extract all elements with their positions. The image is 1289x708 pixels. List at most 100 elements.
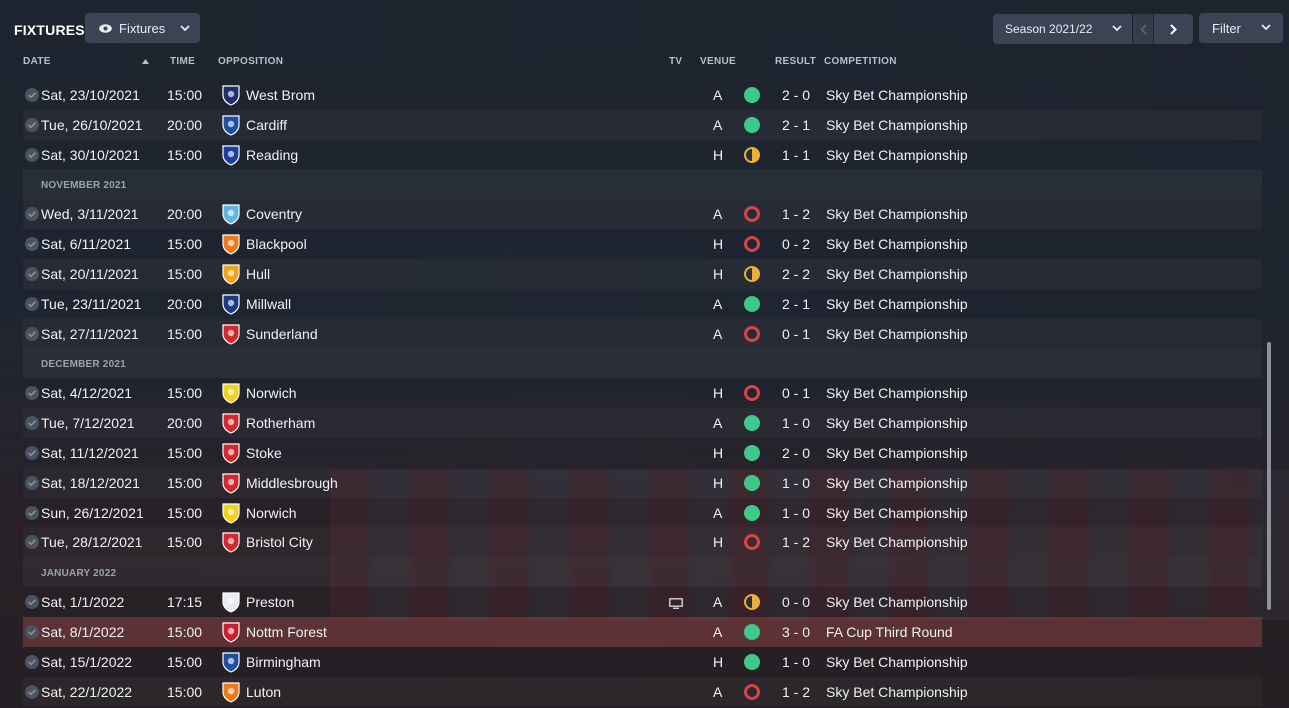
- fixture-row[interactable]: Sat, 30/10/2021 15:00 Reading H 1 - 1 Sky Bet…: [23, 140, 1262, 170]
- column-opposition[interactable]: OPPOSITION: [218, 56, 283, 67]
- result-score-link[interactable]: 3 - 0: [782, 624, 810, 640]
- venue-indicator: A: [713, 87, 723, 103]
- competition-link[interactable]: Sky Bet Championship: [826, 445, 968, 461]
- opposition-link[interactable]: Blackpool: [246, 236, 307, 252]
- result-score-link[interactable]: 2 - 0: [782, 445, 810, 461]
- opposition-link[interactable]: Coventry: [246, 206, 302, 222]
- competition-link[interactable]: Sky Bet Championship: [826, 296, 968, 312]
- fixture-row[interactable]: Sat, 4/12/2021 15:00 Norwich H 0 - 1 Sky Bet …: [23, 378, 1262, 408]
- result-score-link[interactable]: 1 - 2: [782, 206, 810, 222]
- competition-link[interactable]: Sky Bet Championship: [826, 206, 968, 222]
- result-score-link[interactable]: 1 - 0: [782, 654, 810, 670]
- opposition-link[interactable]: Middlesbrough: [246, 475, 338, 491]
- competition-link[interactable]: Sky Bet Championship: [826, 147, 968, 163]
- column-tv[interactable]: TV: [669, 56, 682, 67]
- fixture-row[interactable]: Tue, 26/10/2021 20:00 Cardiff A 2 - 1 Sky Bet…: [23, 110, 1262, 140]
- competition-link[interactable]: Sky Bet Championship: [826, 534, 968, 550]
- filter-button[interactable]: Filter: [1199, 13, 1283, 43]
- opposition-link[interactable]: Bristol City: [246, 534, 313, 550]
- opposition-link[interactable]: Preston: [246, 594, 294, 610]
- check-icon: [25, 416, 39, 431]
- fixture-row[interactable]: Sat, 8/1/2022 15:00 Nottm Forest A 3 - 0 FA C…: [23, 616, 1262, 647]
- result-score-link[interactable]: 1 - 1: [782, 147, 810, 163]
- result-score-link[interactable]: 0 - 2: [782, 236, 810, 252]
- column-time[interactable]: TIME: [170, 56, 195, 67]
- venue-indicator: A: [713, 594, 723, 611]
- opposition-link[interactable]: Millwall: [246, 296, 291, 312]
- column-venue[interactable]: VENUE: [700, 56, 736, 67]
- result-score-link[interactable]: 0 - 1: [782, 326, 810, 342]
- result-score-link[interactable]: 0 - 1: [782, 385, 810, 401]
- column-result[interactable]: RESULT: [775, 56, 816, 67]
- opposition-link[interactable]: Norwich: [246, 505, 297, 521]
- opposition-link[interactable]: Hull: [246, 266, 270, 282]
- competition-link[interactable]: Sky Bet Championship: [826, 117, 968, 133]
- opposition-link[interactable]: Cardiff: [246, 117, 287, 133]
- month-divider: NOVEMBER 2021: [23, 169, 1262, 200]
- fixture-row[interactable]: Sun, 26/12/2021 15:00 Norwich A 1 - 0 Sky Bet…: [23, 498, 1262, 528]
- competition-link[interactable]: Sky Bet Championship: [826, 475, 968, 491]
- opposition-link[interactable]: Sunderland: [246, 326, 318, 342]
- competition-link[interactable]: Sky Bet Championship: [826, 236, 968, 252]
- win-result-icon: [744, 623, 760, 640]
- season-label: Season 2021/22: [1005, 22, 1093, 36]
- loss-result-icon: [744, 534, 760, 551]
- fixture-row[interactable]: Tue, 28/12/2021 15:00 Bristol City H 1 - 2 Sk…: [23, 527, 1262, 557]
- competition-link[interactable]: Sky Bet Championship: [826, 654, 968, 670]
- page-title: FIXTURES: [14, 22, 85, 38]
- competition-link[interactable]: Sky Bet Championship: [826, 505, 968, 521]
- venue-indicator: A: [713, 325, 723, 342]
- season-selector-button[interactable]: Season 2021/22: [993, 14, 1132, 44]
- competition-link[interactable]: Sky Bet Championship: [826, 87, 968, 103]
- opposition-link[interactable]: Rotherham: [246, 415, 315, 431]
- fixture-row[interactable]: Sat, 20/11/2021 15:00 Hull H 2 - 2 Sky Bet Ch…: [23, 259, 1262, 289]
- draw-result-icon: [744, 594, 760, 611]
- competition-link[interactable]: Sky Bet Championship: [826, 326, 968, 342]
- competition-link[interactable]: Sky Bet Championship: [826, 385, 968, 401]
- opposition-link[interactable]: Birmingham: [246, 654, 321, 670]
- view-selector-button[interactable]: Fixtures: [85, 13, 200, 43]
- fixture-row[interactable]: Sat, 18/12/2021 15:00 Middlesbrough H 1 - 0 S…: [23, 468, 1262, 498]
- fixture-row[interactable]: Sat, 27/11/2021 15:00 Sunderland A 0 - 1 Sky …: [23, 319, 1262, 349]
- opposition-link[interactable]: Luton: [246, 684, 281, 700]
- fixture-row[interactable]: Sat, 23/10/2021 15:00 West Brom A 2 - 0 Sky B…: [23, 80, 1262, 110]
- fixture-row[interactable]: Sat, 22/1/2022 15:00 Luton A 1 - 2 Sky Bet Ch…: [23, 677, 1262, 707]
- opposition-link[interactable]: West Brom: [246, 87, 315, 103]
- opposition-link[interactable]: Stoke: [246, 445, 282, 461]
- fixture-time: 15:00: [167, 474, 203, 491]
- competition-link[interactable]: Sky Bet Championship: [826, 415, 968, 431]
- result-score-link[interactable]: 0 - 0: [782, 594, 810, 610]
- result-score-link[interactable]: 2 - 0: [782, 87, 810, 103]
- opposition-link[interactable]: Norwich: [246, 385, 297, 401]
- previous-season-button[interactable]: [1133, 14, 1153, 44]
- fixture-row[interactable]: Sat, 6/11/2021 15:00 Blackpool H 0 - 2 Sky Be…: [23, 229, 1262, 259]
- result-score-link[interactable]: 1 - 2: [782, 684, 810, 700]
- competition-link[interactable]: Sky Bet Championship: [826, 594, 968, 610]
- result-score-link[interactable]: 1 - 2: [782, 534, 810, 550]
- fixture-row[interactable]: Sat, 11/12/2021 15:00 Stoke H 2 - 0 Sky Bet C…: [23, 438, 1262, 468]
- fixture-date: Tue, 7/12/2021: [41, 415, 135, 432]
- club-crest-icon: [220, 323, 242, 345]
- competition-link[interactable]: FA Cup Third Round: [826, 624, 953, 640]
- opposition-link[interactable]: Reading: [246, 147, 298, 163]
- column-competition[interactable]: COMPETITION: [824, 56, 897, 67]
- result-score-link[interactable]: 2 - 1: [782, 296, 810, 312]
- fixture-row[interactable]: Tue, 7/12/2021 20:00 Rotherham A 1 - 0 Sky Be…: [23, 408, 1262, 438]
- competition-link[interactable]: Sky Bet Championship: [826, 684, 968, 700]
- vertical-scrollbar[interactable]: [1267, 342, 1271, 610]
- opposition-link[interactable]: Nottm Forest: [246, 624, 327, 640]
- result-score-link[interactable]: 1 - 0: [782, 415, 810, 431]
- next-season-button[interactable]: [1154, 14, 1193, 44]
- column-date[interactable]: DATE: [23, 56, 51, 67]
- venue-indicator: H: [713, 653, 724, 670]
- fixture-row[interactable]: Wed, 3/11/2021 20:00 Coventry A 1 - 2 Sky Bet…: [23, 199, 1262, 229]
- result-score-link[interactable]: 1 - 0: [782, 505, 810, 521]
- fixture-row[interactable]: Sat, 1/1/2022 17:15 Preston A 0 - 0 Sky Bet C…: [23, 587, 1262, 617]
- result-score-link[interactable]: 2 - 1: [782, 117, 810, 133]
- fixture-row[interactable]: Tue, 23/11/2021 20:00 Millwall A 2 - 1 Sky Be…: [23, 289, 1262, 319]
- competition-link[interactable]: Sky Bet Championship: [826, 266, 968, 282]
- fixture-date: Tue, 28/12/2021: [41, 534, 143, 551]
- result-score-link[interactable]: 2 - 2: [782, 266, 810, 282]
- result-score-link[interactable]: 1 - 0: [782, 475, 810, 491]
- fixture-row[interactable]: Sat, 15/1/2022 15:00 Birmingham H 1 - 0 Sky B…: [23, 647, 1262, 677]
